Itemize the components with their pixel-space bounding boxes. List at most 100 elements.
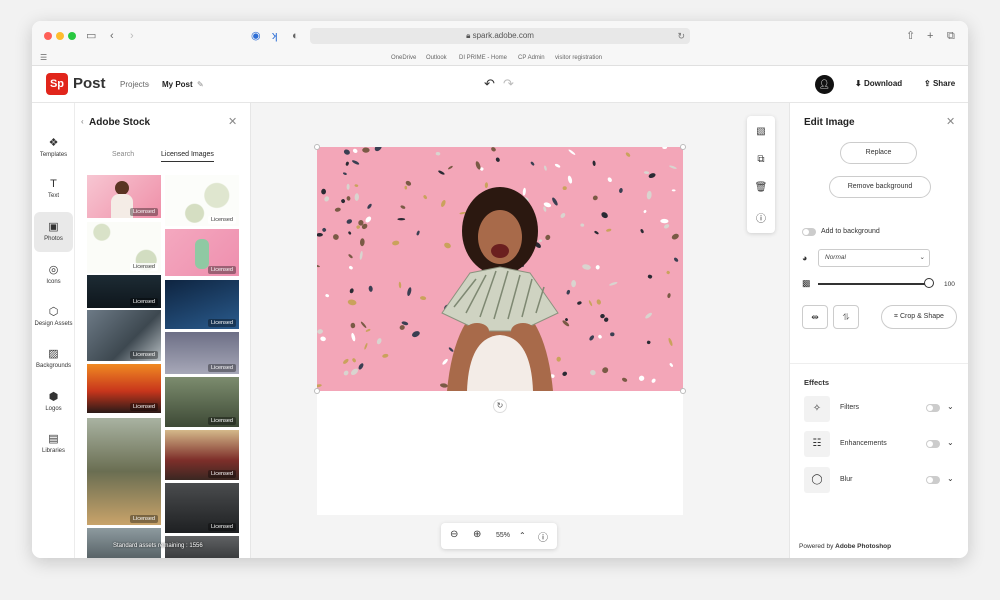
- stock-thumbnail[interactable]: Licensed: [165, 377, 239, 427]
- stock-thumbnail[interactable]: Licensed: [87, 222, 161, 273]
- confetti-piece: [545, 234, 551, 241]
- confetti-piece: [349, 288, 354, 294]
- opacity-slider-handle[interactable]: [924, 278, 934, 288]
- sidebar-toggle-icon[interactable]: ▭: [86, 29, 96, 43]
- minimize-window-button[interactable]: [56, 32, 64, 40]
- rail-item-libraries[interactable]: ▤ Libraries: [32, 424, 75, 464]
- breadcrumb-projects[interactable]: Projects: [120, 80, 149, 89]
- stock-thumbnail[interactable]: Licensed: [87, 175, 161, 218]
- new-tab-icon[interactable]: +: [927, 29, 933, 43]
- flip-vertical-button[interactable]: ⥮: [833, 305, 859, 329]
- stock-thumbnail[interactable]: Licensed: [165, 483, 239, 533]
- replace-button[interactable]: Replace: [840, 142, 917, 164]
- forward-icon[interactable]: ›: [130, 29, 134, 43]
- flip-horizontal-button[interactable]: ⇹: [802, 305, 828, 329]
- duplicate-icon[interactable]: ⧉: [747, 154, 775, 165]
- share-button[interactable]: ⇪ Share: [924, 79, 955, 88]
- stock-thumbnail[interactable]: Licensed: [87, 418, 161, 525]
- favorite-link[interactable]: DI PRIME - Home: [459, 55, 507, 61]
- tab-overview-icon[interactable]: ⧉: [947, 29, 955, 43]
- info-icon[interactable]: ⓘ: [538, 529, 548, 544]
- confetti-piece: [543, 206, 547, 212]
- avatar[interactable]: 👤︎: [815, 75, 834, 94]
- chevron-down-icon[interactable]: ⌄: [947, 438, 954, 447]
- share-page-icon[interactable]: ⇧: [906, 29, 915, 43]
- info-icon[interactable]: ⓘ: [747, 210, 775, 225]
- chevron-up-icon[interactable]: ⌃: [519, 531, 526, 540]
- confetti-piece: [322, 228, 327, 232]
- stock-thumbnail[interactable]: Licensed: [165, 229, 239, 276]
- rail-item-icons[interactable]: ◎ Icons: [32, 255, 75, 295]
- remove-background-button[interactable]: Remove background: [829, 176, 931, 198]
- undo-icon[interactable]: ↶: [484, 76, 495, 92]
- trash-icon[interactable]: 🗑︎: [747, 182, 775, 193]
- floating-toolbar: ▧ ⧉ 🗑︎ ⓘ: [747, 116, 775, 233]
- zoom-level[interactable]: 55%: [496, 532, 510, 539]
- resize-handle-bottom-left[interactable]: [314, 388, 320, 394]
- back-chevron-icon[interactable]: ‹: [81, 117, 84, 126]
- resize-handle-top-left[interactable]: [314, 144, 320, 150]
- resize-handle-top-right[interactable]: [680, 144, 686, 150]
- favorite-link[interactable]: OneDrive: [391, 55, 416, 61]
- rotate-icon[interactable]: ↻: [493, 399, 507, 413]
- filters-label[interactable]: Filters: [840, 404, 859, 411]
- rail-item-backgrounds[interactable]: ▨ Backgrounds: [32, 339, 75, 379]
- favorite-link[interactable]: Outlook: [426, 55, 447, 61]
- blend-mode-select[interactable]: Normal ⌄: [818, 249, 930, 267]
- close-window-button[interactable]: [44, 32, 52, 40]
- chevron-down-icon[interactable]: ⌄: [947, 474, 954, 483]
- rail-item-photos[interactable]: ▣ Photos: [32, 212, 75, 252]
- image-icon[interactable]: ▧: [747, 126, 775, 137]
- confetti-piece: [560, 213, 566, 218]
- chevron-down-icon[interactable]: ⌄: [947, 402, 954, 411]
- breadcrumb-current[interactable]: My Post: [162, 80, 193, 89]
- favorite-link[interactable]: visitor registration: [555, 55, 602, 61]
- blur-toggle[interactable]: [926, 476, 940, 484]
- enhancements-toggle[interactable]: [926, 440, 940, 448]
- confetti-piece: [359, 238, 365, 247]
- filters-toggle[interactable]: [926, 404, 940, 412]
- stock-thumbnail[interactable]: Licensed: [165, 175, 239, 226]
- extension-1-icon[interactable]: ◉: [251, 29, 261, 43]
- rail-item-label: Icons: [46, 279, 61, 285]
- url-text: spark.adobe.com: [472, 31, 534, 40]
- artboard[interactable]: ↻: [314, 144, 686, 515]
- rail-item-templates[interactable]: ❖ Templates: [32, 128, 75, 168]
- zoom-in-icon[interactable]: ⊕: [473, 529, 481, 540]
- rail-item-logos[interactable]: ⬢ Logos: [32, 382, 75, 422]
- licensed-badge: Licensed: [129, 515, 158, 523]
- address-bar[interactable]: 🔒︎ spark.adobe.com ↻: [310, 28, 690, 44]
- extension-2-icon[interactable]: ʞ: [272, 29, 278, 43]
- stock-thumbnail[interactable]: Licensed: [165, 280, 239, 329]
- opacity-slider[interactable]: [818, 283, 930, 285]
- back-icon[interactable]: ‹: [110, 29, 114, 43]
- rail-item-text[interactable]: T Text: [32, 170, 75, 210]
- selected-image[interactable]: [317, 147, 683, 391]
- app-logo[interactable]: Sp: [46, 73, 68, 95]
- stock-thumbnail[interactable]: Licensed: [165, 430, 239, 480]
- enhancements-label[interactable]: Enhancements: [840, 440, 887, 447]
- redo-icon[interactable]: ↷: [503, 76, 514, 92]
- maximize-window-button[interactable]: [68, 32, 76, 40]
- stock-thumbnail[interactable]: Licensed: [87, 310, 161, 361]
- favorite-link[interactable]: CP Admin: [518, 55, 545, 61]
- close-icon[interactable]: ✕: [228, 115, 237, 128]
- download-button[interactable]: ⬇ Download: [855, 79, 902, 88]
- stock-thumbnail[interactable]: Licensed: [165, 332, 239, 374]
- zoom-out-icon[interactable]: ⊖: [450, 529, 458, 540]
- favorites-grid-icon[interactable]: ☰: [40, 53, 47, 62]
- close-icon[interactable]: ✕: [946, 115, 955, 128]
- confetti-piece: [566, 289, 571, 295]
- stock-thumbnail[interactable]: Licensed: [87, 364, 161, 413]
- blur-label[interactable]: Blur: [840, 476, 852, 483]
- crop-shape-button[interactable]: ⌗ Crop & Shape: [881, 305, 957, 329]
- resize-handle-bottom-right[interactable]: [680, 388, 686, 394]
- add-to-background-toggle[interactable]: [802, 228, 816, 236]
- tab-search[interactable]: Search: [112, 151, 134, 158]
- reload-icon[interactable]: ↻: [677, 28, 685, 44]
- tab-licensed-images[interactable]: Licensed Images: [161, 151, 214, 162]
- stock-thumbnail[interactable]: Licensed: [87, 275, 161, 308]
- rail-item-design-assets[interactable]: ⬡ Design Assets: [32, 297, 75, 337]
- privacy-shield-icon[interactable]: ◐: [292, 29, 299, 43]
- pencil-icon[interactable]: ✎: [197, 80, 204, 89]
